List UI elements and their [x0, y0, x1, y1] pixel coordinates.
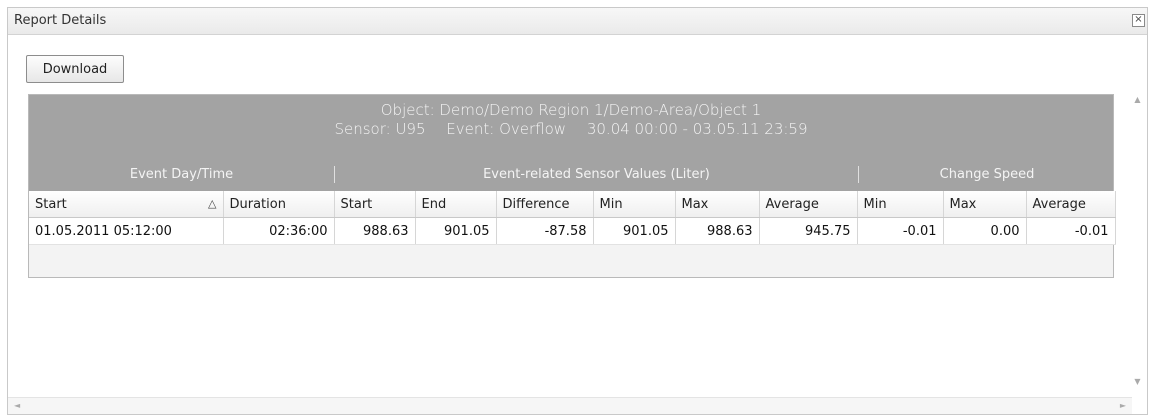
col-start-value[interactable]: Start — [334, 191, 416, 218]
cell-difference: -87.58 — [496, 217, 594, 245]
table-row[interactable]: 01.05.2011 05:12:00 02:36:00 988.63 901.… — [29, 217, 1116, 245]
cell-start-datetime: 01.05.2011 05:12:00 — [29, 217, 224, 245]
cell-start-value: 988.63 — [334, 217, 416, 245]
cell-min-speed: -0.01 — [857, 217, 944, 245]
col-average-speed[interactable]: Average — [1026, 191, 1116, 218]
cell-max-value: 988.63 — [675, 217, 760, 245]
report-header: Object: Demo/Demo Region 1/Demo-Area/Obj… — [29, 95, 1113, 160]
close-icon[interactable]: × — [1132, 14, 1145, 27]
object-path: Object: Demo/Demo Region 1/Demo-Area/Obj… — [380, 101, 762, 119]
period-label: 30.04 00:00 - 03.05.11 23:59 — [586, 120, 808, 138]
scroll-left-icon[interactable]: ◄ — [14, 400, 20, 412]
col-max-speed[interactable]: Max — [943, 191, 1027, 218]
col-max-value[interactable]: Max — [675, 191, 760, 218]
column-groups: Event Day/Time Event-related Sensor Valu… — [29, 160, 1113, 191]
report-panel: Object: Demo/Demo Region 1/Demo-Area/Obj… — [28, 94, 1116, 278]
sort-ascending-icon[interactable]: △ — [208, 197, 216, 210]
report-details-window: Report Details × Download Object: Demo/D… — [7, 7, 1148, 415]
scroll-right-icon[interactable]: ► — [1120, 400, 1126, 412]
cell-duration: 02:36:00 — [223, 217, 335, 245]
cell-min-value: 901.05 — [593, 217, 676, 245]
cell-average-value: 945.75 — [759, 217, 858, 245]
col-average-value[interactable]: Average — [759, 191, 858, 218]
cell-average-speed: -0.01 — [1026, 217, 1116, 245]
col-end-value[interactable]: End — [415, 191, 497, 218]
download-button[interactable]: Download — [26, 55, 124, 83]
window-title: Report Details — [14, 13, 107, 28]
col-start-datetime[interactable]: Start △ — [29, 191, 224, 218]
vertical-scrollbar[interactable]: ▲ ▼ — [1130, 88, 1145, 388]
cell-end-value: 901.05 — [415, 217, 497, 245]
horizontal-scrollbar[interactable]: ◄ ► — [8, 397, 1132, 414]
sensor-label: Sensor: U95 — [334, 120, 426, 138]
col-min-speed[interactable]: Min — [857, 191, 944, 218]
col-min-value[interactable]: Min — [593, 191, 676, 218]
scroll-down-icon[interactable]: ▼ — [1130, 376, 1145, 388]
header-row: Start △ Duration Start End Difference Min… — [29, 191, 1116, 218]
cell-max-speed: 0.00 — [943, 217, 1027, 245]
report-meta: Sensor: U95 Event: Overflow 30.04 00:00 … — [29, 120, 1113, 138]
scroll-up-icon[interactable]: ▲ — [1130, 94, 1145, 106]
group-sensor-values: Event-related Sensor Values (Liter) — [483, 167, 710, 182]
col-difference[interactable]: Difference — [496, 191, 594, 218]
group-event-day-time: Event Day/Time — [129, 167, 234, 182]
report-table: Start △ Duration Start End Difference Min… — [29, 191, 1116, 245]
event-label: Event: Overflow — [446, 120, 567, 138]
col-duration[interactable]: Duration — [223, 191, 335, 218]
group-change-speed: Change Speed — [939, 167, 1035, 182]
title-bar: Report Details × — [8, 8, 1147, 35]
